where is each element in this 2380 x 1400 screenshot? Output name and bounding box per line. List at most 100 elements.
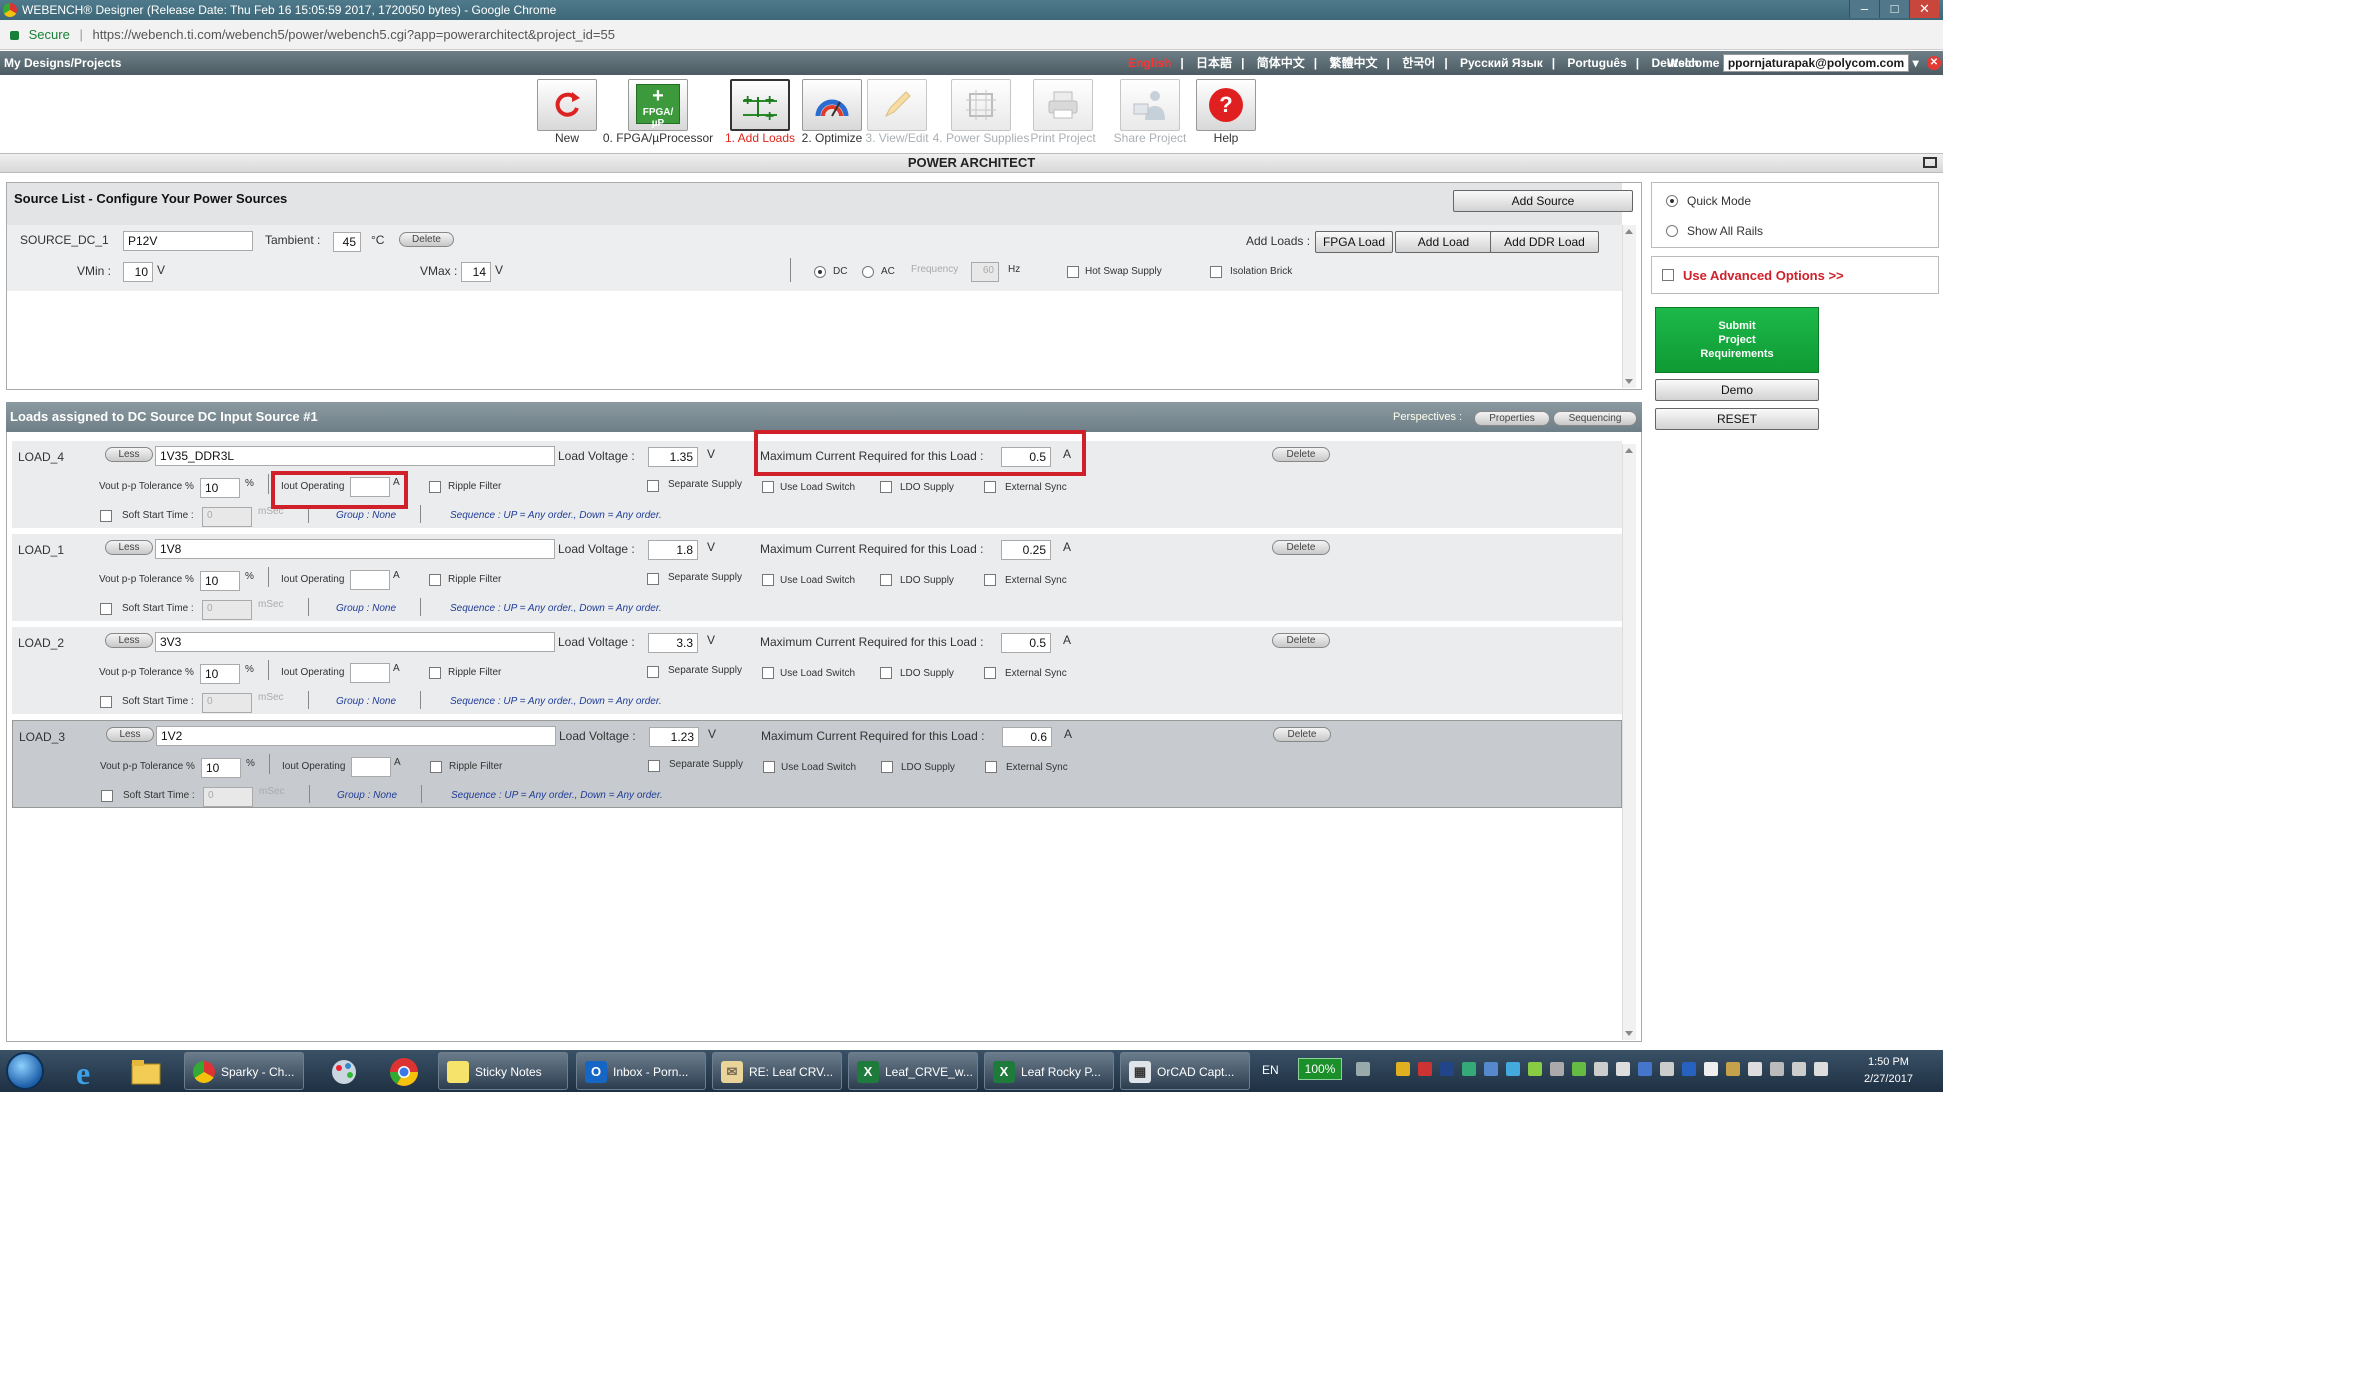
load-switch-checkbox[interactable] [763,761,775,773]
tray-app-icon[interactable] [1462,1062,1476,1076]
taskbar-orcad[interactable]: ▦ OrCAD Capt... [1120,1052,1250,1090]
ldo-supply-checkbox[interactable] [880,667,892,679]
load-voltage-input[interactable]: 1.23 [649,727,699,747]
load-switch-checkbox[interactable] [762,574,774,586]
share-project-button[interactable] [1120,79,1180,131]
logout-icon[interactable]: ✕ [1927,56,1941,70]
separate-supply-checkbox[interactable] [647,666,659,678]
advanced-options-checkbox[interactable] [1662,269,1674,281]
load-delete-button[interactable]: Delete [1272,447,1330,462]
tolerance-input[interactable]: 10 [200,478,240,498]
taskbar-excel-1[interactable]: X Leaf_CRVE_w... [848,1052,978,1090]
lang-chinese-simplified[interactable]: 简体中文 [1257,56,1305,70]
lang-chinese-traditional[interactable]: 繁體中文 [1329,56,1377,70]
view-edit-button[interactable] [867,79,927,131]
battery-icon[interactable] [1356,1062,1370,1076]
volume-icon[interactable] [1814,1062,1828,1076]
tray-tool-icon[interactable] [1726,1062,1740,1076]
tray-shield-icon[interactable] [1396,1062,1410,1076]
tray-sync-icon[interactable] [1506,1062,1520,1076]
tray-monitor-icon[interactable] [1770,1062,1784,1076]
load-switch-checkbox[interactable] [762,667,774,679]
submit-project-button[interactable]: Submit Project Requirements [1655,307,1819,373]
source-scrollbar[interactable] [1622,225,1636,388]
lang-portuguese[interactable]: Português [1567,56,1626,70]
tray-vpn-icon[interactable] [1638,1062,1652,1076]
ldo-supply-checkbox[interactable] [880,481,892,493]
load-delete-button[interactable]: Delete [1272,633,1330,648]
tray-misc-icon[interactable] [1550,1062,1564,1076]
vmax-input[interactable]: 14 [461,262,491,282]
soft-start-checkbox[interactable] [100,696,112,708]
tray-update-icon[interactable] [1528,1062,1542,1076]
lang-russian[interactable]: Русский Язык [1460,56,1543,70]
load-voltage-input[interactable]: 3.3 [648,633,698,653]
load-name-input[interactable]: 1V35_DDR3L [155,446,555,466]
source-value-input[interactable]: P12V [123,231,253,251]
external-sync-checkbox[interactable] [984,667,996,679]
maximize-icon[interactable]: □ [1879,0,1909,18]
soft-start-input[interactable]: 0 [202,600,252,620]
tray-printer-icon[interactable] [1660,1062,1674,1076]
separate-supply-checkbox[interactable] [648,760,660,772]
soft-start-input[interactable]: 0 [202,507,252,527]
my-designs-link[interactable]: My Designs/Projects [4,51,121,75]
chevron-down-icon[interactable]: ▾ [1913,56,1919,70]
advanced-options-link[interactable]: Use Advanced Options >> [1683,268,1844,283]
soft-start-checkbox[interactable] [100,603,112,615]
taskbar-email[interactable]: ✉ RE: Leaf CRV... [712,1052,842,1090]
taskbar-outlook[interactable]: O Inbox - Porn... [576,1052,706,1090]
loads-scrollbar[interactable] [1622,444,1636,1040]
load-voltage-input[interactable]: 1.8 [648,540,698,560]
add-source-button[interactable]: Add Source [1453,190,1633,212]
iout-input[interactable] [351,757,391,777]
iout-input[interactable] [350,663,390,683]
load-voltage-input[interactable]: 1.35 [648,447,698,467]
group-label[interactable]: Group : None [336,510,396,521]
hot-swap-checkbox[interactable] [1067,266,1079,278]
file-explorer-icon[interactable] [128,1054,164,1090]
max-current-input[interactable]: 0.6 [1002,727,1052,747]
ripple-filter-checkbox[interactable] [429,574,441,586]
tray-green-icon[interactable] [1572,1062,1586,1076]
internet-explorer-icon[interactable]: e [70,1054,106,1090]
tolerance-input[interactable]: 10 [200,664,240,684]
ripple-filter-checkbox[interactable] [429,481,441,493]
start-button[interactable] [6,1052,44,1090]
user-dropdown[interactable]: ppornjaturapak@polycom.com [1722,54,1910,72]
restore-icon[interactable] [1923,157,1937,168]
demo-button[interactable]: Demo [1655,379,1819,401]
load-name-input[interactable]: 1V8 [155,539,555,559]
sequence-label[interactable]: Sequence : UP = Any order., Down = Any o… [451,790,663,801]
tray-network-icon[interactable] [1484,1062,1498,1076]
paint-icon[interactable] [326,1054,362,1090]
ldo-supply-checkbox[interactable] [881,761,893,773]
less-button[interactable]: Less [105,447,153,462]
lang-korean[interactable]: 한국어 [1402,56,1435,70]
action-center-flag-icon[interactable] [1748,1062,1762,1076]
vmin-input[interactable]: 10 [123,262,153,282]
tray-dollar-icon[interactable] [1704,1062,1718,1076]
source-delete-button[interactable]: Delete [399,232,454,247]
address-bar[interactable]: Secure | https://webench.ti.com/webench5… [0,20,1943,50]
clock-time[interactable]: 1:50 PM [1868,1056,1909,1068]
max-current-input[interactable]: 0.5 [1001,633,1051,653]
properties-button[interactable]: Properties [1474,411,1550,426]
ac-radio[interactable] [862,266,874,278]
add-load-button[interactable]: Add Load [1395,231,1492,253]
ldo-supply-checkbox[interactable] [880,574,892,586]
load-name-input[interactable]: 3V3 [155,632,555,652]
power-supplies-button[interactable] [951,79,1011,131]
soft-start-input[interactable]: 0 [203,787,253,807]
sequencing-button[interactable]: Sequencing [1553,411,1637,426]
quick-mode-radio[interactable] [1666,195,1678,207]
external-sync-checkbox[interactable] [984,481,996,493]
load-name-input[interactable]: 1V2 [156,726,556,746]
close-icon[interactable]: ✕ [1909,0,1939,18]
lang-japanese[interactable]: 日本語 [1196,56,1232,70]
separate-supply-checkbox[interactable] [647,480,659,492]
taskbar-excel-2[interactable]: X Leaf Rocky P... [984,1052,1114,1090]
fpga-load-button[interactable]: FPGA Load [1315,231,1393,253]
bluetooth-icon[interactable] [1682,1062,1696,1076]
dc-radio[interactable] [814,266,826,278]
